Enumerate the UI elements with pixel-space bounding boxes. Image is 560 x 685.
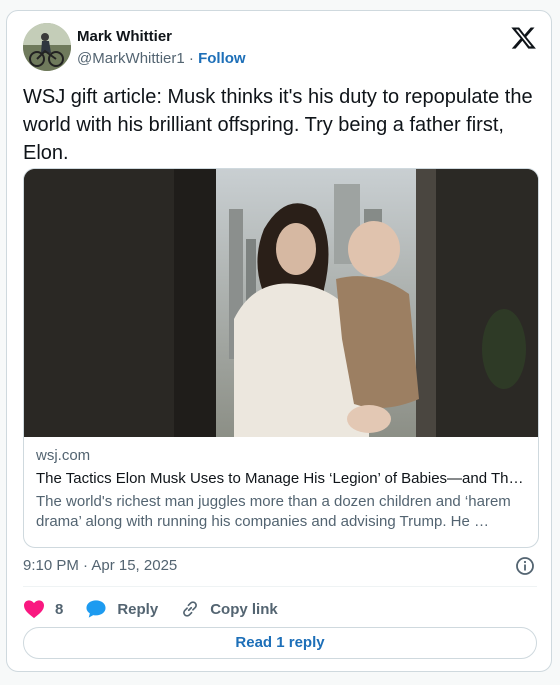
read-replies-button[interactable]: Read 1 reply [23,627,537,659]
author-handle-row: @MarkWhittier1 · Follow [77,49,246,69]
link-title: The Tactics Elon Musk Uses to Manage His… [36,470,524,487]
like-count: 8 [55,600,64,618]
link-preview-card[interactable]: wsj.com The Tactics Elon Musk Uses to Ma… [23,168,539,548]
author-name[interactable]: Mark Whittier [77,27,172,47]
handle-separator: · [188,50,194,67]
link-icon [183,601,198,617]
action-bar: 8 Reply Copy link [23,597,300,621]
link-description: The world's richest man juggles more tha… [36,493,511,530]
reply-label: Reply [117,600,159,618]
link-preview-body: wsj.com The Tactics Elon Musk Uses to Ma… [36,446,528,532]
x-logo-icon[interactable] [511,25,537,51]
link-domain: wsj.com [36,447,91,464]
avatar[interactable] [23,23,71,71]
link-preview-image [24,169,538,437]
copy-link-label: Copy link [210,600,278,618]
author-handle[interactable]: @MarkWhittier1 [77,50,185,67]
speech-bubble-icon [86,600,106,618]
info-icon[interactable] [515,556,535,576]
follow-link[interactable]: Follow [198,50,246,67]
copy-link-button[interactable]: Copy link [180,599,278,619]
like-button[interactable]: 8 [23,599,63,619]
divider [23,586,537,587]
tweet-embed-card: Mark Whittier @MarkWhittier1 · Follow WS… [6,10,552,672]
heart-icon [24,600,44,619]
tweet-timestamp[interactable]: 9:10 PM · Apr 15, 2025 [23,556,177,576]
avatar-image [23,23,71,71]
tweet-text: WSJ gift article: Musk thinks it's his d… [23,86,533,164]
reply-button[interactable]: Reply [85,599,158,619]
